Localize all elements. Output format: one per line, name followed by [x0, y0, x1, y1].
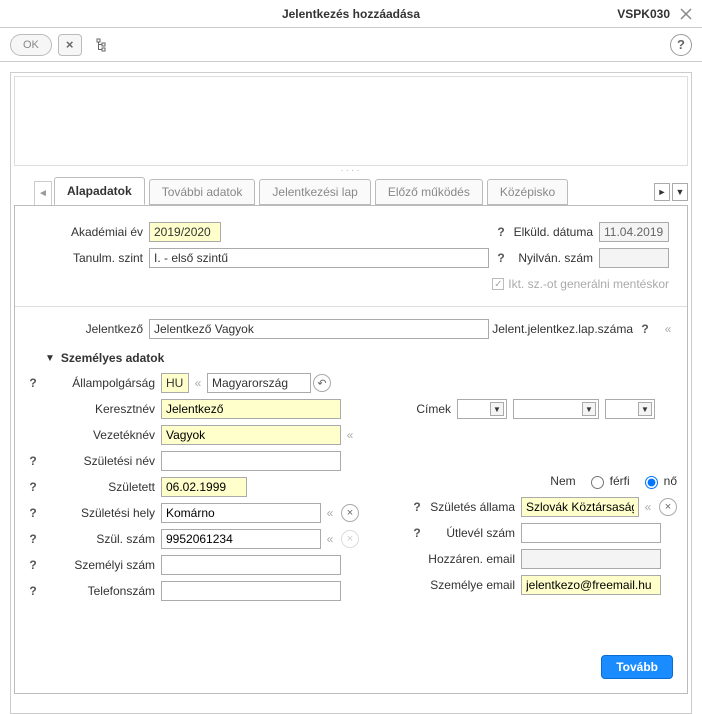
tab-elozo-mukodes[interactable]: Előző működés: [375, 179, 483, 205]
telefonszam-label: Telefonszám: [41, 584, 161, 598]
ikt-checkbox-label: Ikt. sz.-ot generálni mentéskor: [508, 277, 669, 291]
chevron-left-icon[interactable]: «: [321, 529, 339, 549]
allampolgarsag-label: Állampolgárság: [41, 376, 161, 390]
elkuld-datuma-label: Elküld. dátuma: [509, 225, 599, 239]
nem-no-radio[interactable]: nő: [640, 473, 677, 489]
clear-icon[interactable]: ×: [659, 498, 677, 516]
help-icon[interactable]: ?: [493, 225, 509, 239]
telefonszam-input[interactable]: [161, 581, 341, 601]
chevron-down-icon: ▼: [582, 402, 596, 416]
jelent-lap-szama-label: Jelent.jelentkez.lap.száma: [492, 322, 633, 336]
help-icon[interactable]: ?: [25, 376, 41, 390]
resize-grip[interactable]: ····: [11, 166, 691, 176]
help-icon[interactable]: ?: [25, 558, 41, 572]
cimek-select-3[interactable]: ▼: [605, 399, 655, 419]
chevron-down-icon: ▼: [638, 402, 652, 416]
jelentkezo-label: Jelentkező: [45, 322, 149, 336]
tab-scroll-left[interactable]: ◄: [34, 181, 52, 205]
szemelye-email-input[interactable]: [521, 575, 661, 595]
szuletett-label: Született: [41, 480, 161, 494]
help-icon[interactable]: ?: [25, 480, 41, 494]
vezeteknev-label: Vezetéknév: [41, 428, 161, 442]
cimek-label: Címek: [409, 402, 457, 416]
nem-label: Nem: [550, 474, 575, 488]
help-icon[interactable]: ?: [25, 506, 41, 520]
ok-button[interactable]: OK: [10, 34, 52, 56]
window-title: Jelentkezés hozzáadása: [0, 7, 702, 21]
help-icon[interactable]: ?: [493, 251, 509, 265]
akademiai-ev-field[interactable]: 2019/2020: [149, 222, 221, 242]
help-icon[interactable]: ?: [25, 454, 41, 468]
chevron-left-icon[interactable]: «: [639, 497, 657, 517]
header-blank-area: [14, 76, 688, 166]
keresztnev-label: Keresztnév: [41, 402, 161, 416]
help-icon[interactable]: ?: [637, 322, 653, 336]
szuletett-input[interactable]: [161, 477, 247, 497]
tab-tovabbi-adatok[interactable]: További adatok: [149, 179, 256, 205]
vezeteknev-input[interactable]: [161, 425, 341, 445]
hozzaren-email-field: [521, 549, 661, 569]
tab-scroll-right[interactable]: ►: [654, 183, 670, 201]
hozzaren-email-label: Hozzáren. email: [425, 552, 521, 566]
allampolgarsag-code-field[interactable]: HU: [161, 373, 189, 393]
szul-szam-input[interactable]: [161, 529, 321, 549]
szuletesi-hely-input[interactable]: [161, 503, 321, 523]
collapse-icon[interactable]: ▼: [45, 353, 55, 364]
undo-icon[interactable]: ↶: [313, 374, 331, 392]
cancel-button[interactable]: ×: [58, 34, 82, 56]
nem-ferfi-radio[interactable]: férfi: [586, 473, 630, 489]
cimek-select-2[interactable]: ▼: [513, 399, 599, 419]
allampolgarsag-name-field[interactable]: Magyarország: [207, 373, 311, 393]
szemelyi-szam-input[interactable]: [161, 555, 341, 575]
szemelyes-adatok-header: Személyes adatok: [61, 351, 164, 365]
tovabb-button[interactable]: Tovább: [601, 655, 673, 679]
akademiai-ev-label: Akadémiai év: [45, 225, 149, 239]
szuletesi-hely-label: Születési hely: [41, 506, 161, 520]
chevron-down-icon: ▼: [490, 402, 504, 416]
nyilvan-szam-field: [599, 248, 669, 268]
ikt-checkbox: ✓ Ikt. sz.-ot generálni mentéskor: [492, 277, 669, 291]
elkuld-datuma-field: 11.04.2019: [599, 222, 669, 242]
help-icon[interactable]: ?: [409, 500, 425, 514]
szuletes-allama-label: Születés állama: [425, 500, 521, 514]
keresztnev-input[interactable]: [161, 399, 341, 419]
szuletesi-nev-input[interactable]: [161, 451, 341, 471]
nem-ferfi-label: férfi: [610, 474, 630, 488]
chevron-left-icon[interactable]: «: [189, 373, 207, 393]
tree-icon[interactable]: [92, 34, 114, 56]
szemelye-email-label: Személye email: [425, 578, 521, 592]
szuletesi-nev-label: Születési név: [41, 454, 161, 468]
window-code: VSPK030: [617, 7, 670, 21]
tab-alapadatok[interactable]: Alapadatok: [54, 177, 145, 205]
utlevel-szam-label: Útlevél szám: [425, 526, 521, 540]
nem-no-label: nő: [664, 474, 677, 488]
nyilvan-szam-label: Nyilván. szám: [509, 251, 599, 265]
szul-szam-label: Szül. szám: [41, 532, 161, 546]
chevron-left-icon[interactable]: «: [321, 503, 339, 523]
utlevel-szam-input[interactable]: [521, 523, 661, 543]
cimek-select-1[interactable]: ▼: [457, 399, 507, 419]
tab-jelentkezesi-lap[interactable]: Jelentkezési lap: [259, 179, 370, 205]
szuletes-allama-input[interactable]: [521, 497, 639, 517]
close-window-icon[interactable]: [676, 4, 696, 24]
tab-menu-button[interactable]: ▼: [672, 183, 688, 201]
clear-icon[interactable]: ×: [341, 504, 359, 522]
help-icon[interactable]: ?: [670, 34, 692, 56]
help-icon[interactable]: ?: [25, 532, 41, 546]
jelentkezo-field[interactable]: Jelentkező Vagyok: [149, 319, 489, 339]
help-icon[interactable]: ?: [25, 584, 41, 598]
clear-icon-disabled: ×: [341, 530, 359, 548]
szemelyi-szam-label: Személyi szám: [41, 558, 161, 572]
tanulm-szint-label: Tanulm. szint: [45, 251, 149, 265]
chevron-left-icon[interactable]: «: [659, 319, 677, 339]
check-icon: ✓: [492, 278, 504, 290]
help-icon[interactable]: ?: [409, 526, 425, 540]
tab-kozepiskola[interactable]: Középisko: [487, 179, 568, 205]
chevron-left-icon[interactable]: «: [341, 425, 359, 445]
